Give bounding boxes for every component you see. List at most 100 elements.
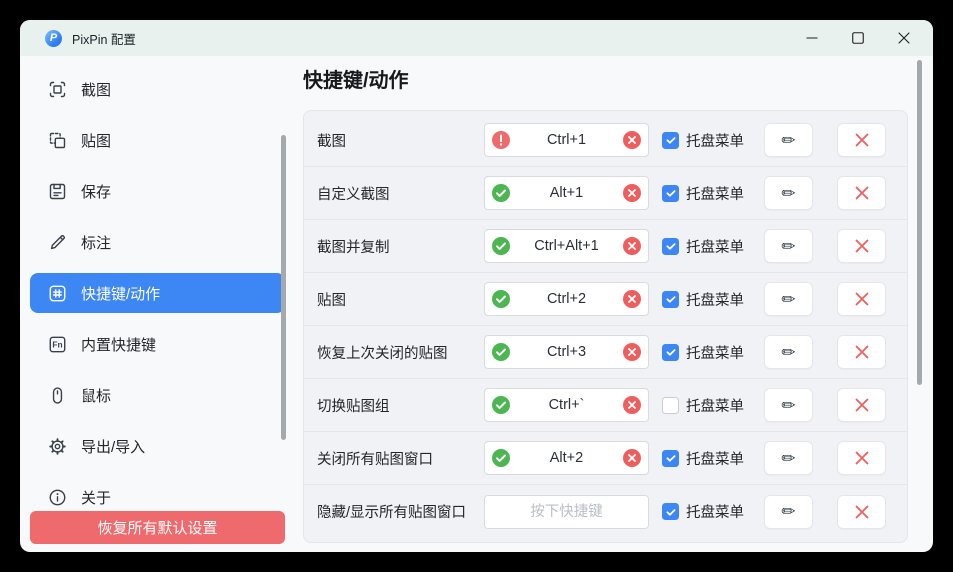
clear-hotkey-icon[interactable] xyxy=(623,237,641,255)
hotkey-input-wrap xyxy=(484,282,649,316)
action-label: 隐藏/显示所有贴图窗口 xyxy=(317,501,484,522)
delete-hotkey-button[interactable] xyxy=(837,441,886,475)
close-button[interactable] xyxy=(881,20,927,56)
tray-menu-option: 托盘菜单 xyxy=(662,501,744,522)
save-icon xyxy=(47,181,68,202)
pencil-icon: ✏ xyxy=(781,503,795,520)
action-label: 恢复上次关闭的贴图 xyxy=(317,342,484,363)
tray-menu-label: 托盘菜单 xyxy=(686,289,744,310)
action-label: 截图并复制 xyxy=(317,236,484,257)
delete-x-icon xyxy=(854,291,870,307)
sidebar-item-label: 导出/导入 xyxy=(81,436,145,457)
delete-hotkey-button[interactable] xyxy=(837,388,886,422)
delete-hotkey-button[interactable] xyxy=(837,335,886,369)
hotkey-input[interactable] xyxy=(485,496,648,528)
sidebar-item-label: 截图 xyxy=(81,79,111,100)
delete-hotkey-button[interactable] xyxy=(837,176,886,210)
tray-menu-label: 托盘菜单 xyxy=(686,183,744,204)
delete-hotkey-button[interactable] xyxy=(837,495,886,529)
hotkey-row: 贴图 托盘菜单 ✏ xyxy=(304,273,907,326)
hotkey-row: 截图并复制 托盘菜单 ✏ xyxy=(304,220,907,273)
hotkey-input-wrap xyxy=(484,176,649,210)
sidebar-item-export-import[interactable]: 导出/导入 xyxy=(30,426,285,466)
pencil-icon: ✏ xyxy=(781,397,795,414)
sidebar-item-mouse[interactable]: 鼠标 xyxy=(30,375,285,415)
clear-hotkey-icon[interactable] xyxy=(623,290,641,308)
edit-hotkey-button[interactable]: ✏ xyxy=(764,388,813,422)
delete-hotkey-button[interactable] xyxy=(837,123,886,157)
sidebar-item-label: 贴图 xyxy=(81,130,111,151)
maximize-icon xyxy=(852,32,864,44)
action-label: 截图 xyxy=(317,130,484,151)
tray-menu-label: 托盘菜单 xyxy=(686,501,744,522)
main-scrollbar-thumb[interactable] xyxy=(917,60,922,385)
svg-text:Fn: Fn xyxy=(52,339,62,349)
tray-menu-checkbox[interactable] xyxy=(662,132,679,149)
sidebar-item-builtin-hotkeys[interactable]: Fn 内置快捷键 xyxy=(30,324,285,364)
restore-defaults-button[interactable]: 恢复所有默认设置 xyxy=(30,511,285,544)
sidebar-item-capture[interactable]: 截图 xyxy=(30,69,285,109)
pixpin-logo-icon: P xyxy=(45,30,62,47)
sidebar-item-pin[interactable]: 贴图 xyxy=(30,120,285,160)
hotkey-input-wrap xyxy=(484,123,649,157)
capture-icon xyxy=(47,79,68,100)
tray-menu-checkbox[interactable] xyxy=(662,450,679,467)
pin-icon xyxy=(47,130,68,151)
sidebar-item-label: 鼠标 xyxy=(81,385,111,406)
hotkey-panel: 截图 托盘菜单 ✏ 自定义截图 托盘菜单 ✏ 截图并复制 xyxy=(303,110,908,543)
clear-hotkey-icon[interactable] xyxy=(623,184,641,202)
pencil-icon: ✏ xyxy=(781,238,795,255)
tray-menu-checkbox[interactable] xyxy=(662,291,679,308)
edit-hotkey-button[interactable]: ✏ xyxy=(764,495,813,529)
delete-x-icon xyxy=(854,185,870,201)
pencil-icon: ✏ xyxy=(781,132,795,149)
delete-x-icon xyxy=(854,238,870,254)
tray-menu-checkbox[interactable] xyxy=(662,344,679,361)
sidebar: 截图 贴图 保存 标注 快捷键/动作 Fn 内置快捷键 鼠标 导出/导入 关于 … xyxy=(20,56,295,552)
clear-hotkey-icon[interactable] xyxy=(623,449,641,467)
sidebar-item-hotkeys[interactable]: 快捷键/动作 xyxy=(30,273,285,313)
delete-hotkey-button[interactable] xyxy=(837,282,886,316)
tray-menu-option: 托盘菜单 xyxy=(662,289,744,310)
fn-icon: Fn xyxy=(47,334,68,355)
delete-x-icon xyxy=(854,504,870,520)
delete-x-icon xyxy=(854,344,870,360)
delete-x-icon xyxy=(854,397,870,413)
maximize-button[interactable] xyxy=(835,20,881,56)
clear-hotkey-icon[interactable] xyxy=(623,343,641,361)
tray-menu-checkbox[interactable] xyxy=(662,397,679,414)
tray-menu-option: 托盘菜单 xyxy=(662,395,744,416)
edit-hotkey-button[interactable]: ✏ xyxy=(764,441,813,475)
pencil-icon: ✏ xyxy=(781,185,795,202)
tray-menu-label: 托盘菜单 xyxy=(686,395,744,416)
edit-hotkey-button[interactable]: ✏ xyxy=(764,229,813,263)
hotkey-row: 隐藏/显示所有贴图窗口 托盘菜单 ✏ xyxy=(304,485,907,538)
clear-hotkey-icon[interactable] xyxy=(623,396,641,414)
delete-hotkey-button[interactable] xyxy=(837,229,886,263)
tray-menu-checkbox[interactable] xyxy=(662,185,679,202)
pixpin-config-window: P PixPin 配置 截图 贴图 保存 标注 快捷键/动作 Fn xyxy=(20,20,933,552)
tray-menu-checkbox[interactable] xyxy=(662,238,679,255)
action-label: 自定义截图 xyxy=(317,183,484,204)
sidebar-scrollbar-thumb[interactable] xyxy=(281,135,286,440)
edit-hotkey-button[interactable]: ✏ xyxy=(764,176,813,210)
edit-hotkey-button[interactable]: ✏ xyxy=(764,123,813,157)
edit-hotkey-button[interactable]: ✏ xyxy=(764,335,813,369)
tray-menu-label: 托盘菜单 xyxy=(686,130,744,151)
gear-icon xyxy=(47,436,68,457)
minimize-button[interactable] xyxy=(789,20,835,56)
hash-icon xyxy=(47,283,68,304)
hotkey-input-wrap xyxy=(484,495,649,529)
sidebar-item-save[interactable]: 保存 xyxy=(30,171,285,211)
tray-menu-checkbox[interactable] xyxy=(662,503,679,520)
clear-hotkey-icon[interactable] xyxy=(623,131,641,149)
hotkey-input-wrap xyxy=(484,335,649,369)
sidebar-item-label: 快捷键/动作 xyxy=(81,283,160,304)
pencil-icon: ✏ xyxy=(781,291,795,308)
tray-menu-label: 托盘菜单 xyxy=(686,342,744,363)
edit-hotkey-button[interactable]: ✏ xyxy=(764,282,813,316)
sidebar-item-label: 标注 xyxy=(81,232,111,253)
tray-menu-label: 托盘菜单 xyxy=(686,236,744,257)
sidebar-item-annotate[interactable]: 标注 xyxy=(30,222,285,262)
sidebar-item-label: 内置快捷键 xyxy=(81,334,156,355)
